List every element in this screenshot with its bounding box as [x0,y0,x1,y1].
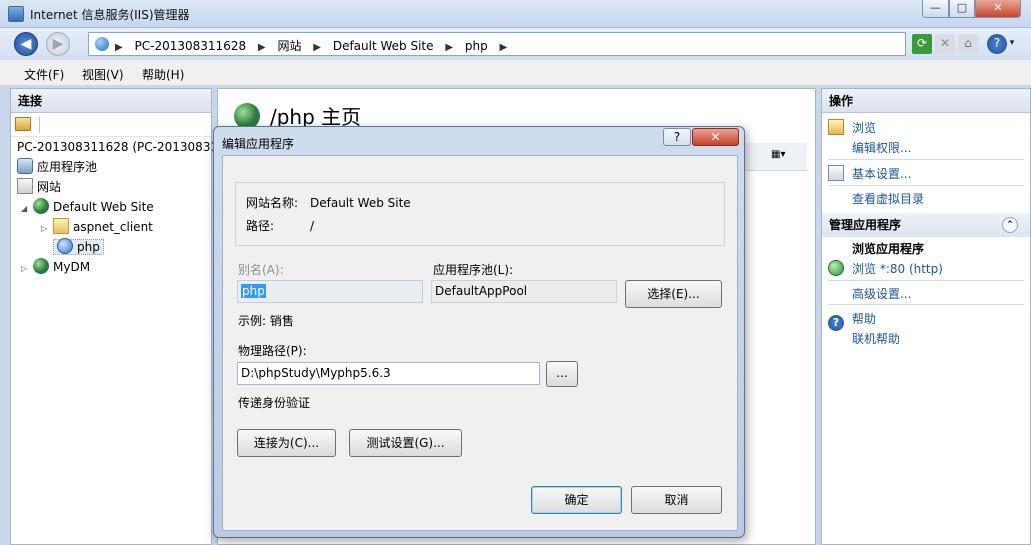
globe-icon [95,37,109,51]
action-basic-settings[interactable]: 基本设置... [828,165,911,182]
address-bar[interactable]: ▶ PC-201308311628 ▶ 网站 ▶ Default Web Sit… [88,32,906,56]
maximize-button[interactable]: □ [949,0,975,18]
view-mode-icon[interactable]: ▦▾ [771,149,797,165]
action-online-help[interactable]: 联机帮助 [852,330,900,347]
server-label: PC-201308311628 (PC-201308311 [17,140,226,154]
cancel-button[interactable]: 取消 [631,486,722,514]
breadcrumb-php[interactable]: php [465,39,488,53]
help-icon: ? [828,315,844,331]
app-pool-icon [17,158,33,174]
help-dropdown-icon[interactable]: ▾ [1006,34,1018,54]
physical-path-input[interactable]: D:\phpStudy\Myphp5.6.3 [237,362,540,385]
site-name-row: 网站名称: Default Web Site [246,194,411,211]
alias-value: php [241,284,266,298]
tree-node-default-site[interactable]: ◢ Default Web Site [21,197,154,217]
action-browse-port[interactable]: 浏览 *:80 (http) [828,260,943,277]
settings-page-icon [828,165,844,181]
expand-arrow-icon[interactable]: ▷ [21,259,33,279]
folder-icon [53,218,69,234]
connections-header: 连接 [11,89,211,113]
application-icon [57,238,73,254]
physical-path-label: 物理路径(P): [238,344,307,358]
dialog-close-button[interactable]: ✕ [692,128,739,146]
alias-input[interactable]: php [237,280,423,303]
connections-toolbar [11,113,211,137]
folder-open-icon [828,119,844,135]
actions-panel: 操作 浏览 编辑权限... 基本设置... 查看虚拟目录 管理应用程序 ⌃ 浏览… [821,88,1031,545]
app-pool-field: DefaultAppPool [431,280,617,303]
refresh-icon[interactable]: ⟳ [912,34,932,54]
connect-as-button[interactable]: 连接为(C)... [237,429,336,457]
menu-help[interactable]: 帮助(H) [142,66,184,83]
help-icon[interactable]: ? [987,34,1007,54]
menu-view[interactable]: 视图(V) [82,66,124,83]
app-pool-label: 应用程序池(L): [433,263,514,277]
forward-button[interactable]: ▶ [46,32,70,56]
iis-app-icon [8,6,24,22]
path-row: 路径: / [246,217,314,234]
ok-button[interactable]: 确定 [531,486,622,514]
action-advanced-settings[interactable]: 高级设置... [852,285,911,302]
browse-path-button[interactable]: ... [546,361,578,387]
tree-node-server[interactable]: PC-201308311628 (PC-201308311 [17,137,226,157]
edit-application-dialog: 编辑应用程序 ? ✕ 网站名称: Default Web Site 路径: / 别名… [213,126,745,538]
action-edit-permissions[interactable]: 编辑权限... [852,139,911,156]
breadcrumb-sites[interactable]: 网站 [277,39,301,53]
connect-icon[interactable] [15,117,31,131]
pass-through-auth-label: 传递身份验证 [238,396,311,410]
select-app-pool-button[interactable]: 选择(E)... [625,280,722,308]
breadcrumb-server[interactable]: PC-201308311628 [135,39,247,53]
dialog-body: 网站名称: Default Web Site 路径: / 别名(A): php 应用… [222,155,738,531]
connections-panel: 连接 PC-201308311628 (PC-201308311 应用程序池 网… [10,88,226,545]
tree-node-aspnet-client[interactable]: ▷ aspnet_client [41,217,153,237]
close-window-button[interactable]: ✕ [975,0,1021,18]
actions-header: 操作 [822,89,1030,113]
globe-icon [33,258,49,274]
dialog-title: 编辑应用程序 [222,137,295,151]
tree-node-sites[interactable]: 网站 [17,177,61,197]
back-button[interactable]: ◀ [14,32,38,56]
expand-arrow-icon[interactable]: ▷ [41,219,53,239]
stop-icon[interactable]: ✕ [935,34,955,54]
sites-icon [17,178,33,194]
action-view-virtual-dirs[interactable]: 查看虚拟目录 [852,190,924,207]
window-title-bar: Internet 信息服务(IIS)管理器 — □ ✕ [0,0,1031,28]
tree-node-php[interactable]: php [53,237,104,257]
alias-label: 别名(A): [238,263,284,277]
breadcrumb: ▶ PC-201308311628 ▶ 网站 ▶ Default Web Sit… [115,39,508,53]
collapse-arrow-icon[interactable]: ◢ [21,199,33,219]
globe-icon [33,198,49,214]
window-title: Internet 信息服务(IIS)管理器 [30,8,190,22]
path-label: 路径: [246,219,275,233]
site-name-value: Default Web Site [310,196,411,210]
menu-file[interactable]: 文件(F) [24,66,64,83]
manage-app-header: 管理应用程序 ⌃ [822,213,1030,237]
action-browse[interactable]: 浏览 [828,119,876,136]
test-settings-button[interactable]: 测试设置(G)... [349,429,462,457]
minimize-button[interactable]: — [922,0,949,18]
tree-node-mydm[interactable]: ▷ MyDM [21,257,90,277]
home-icon[interactable]: ⌂ [958,34,978,54]
action-help[interactable]: ? 帮助 [828,310,876,331]
breadcrumb-default-site[interactable]: Default Web Site [333,39,434,53]
example-text: 示例: 销售 [238,314,294,328]
browse-site-icon [828,260,844,276]
path-value: / [310,219,315,233]
collapse-icon[interactable]: ⌃ [1002,217,1018,233]
browse-app-heading: 浏览应用程序 [852,242,925,256]
tree-node-app-pools[interactable]: 应用程序池 [17,157,97,177]
menu-bar: 文件(F) 视图(V) 帮助(H) [0,60,1031,86]
site-info-box: 网站名称: Default Web Site 路径: / [235,182,725,246]
address-toolbar: ◀ ▶ ▶ PC-201308311628 ▶ 网站 ▶ Default Web… [0,28,1031,60]
site-name-label: 网站名称: [246,196,299,210]
dialog-help-button[interactable]: ? [663,128,691,146]
